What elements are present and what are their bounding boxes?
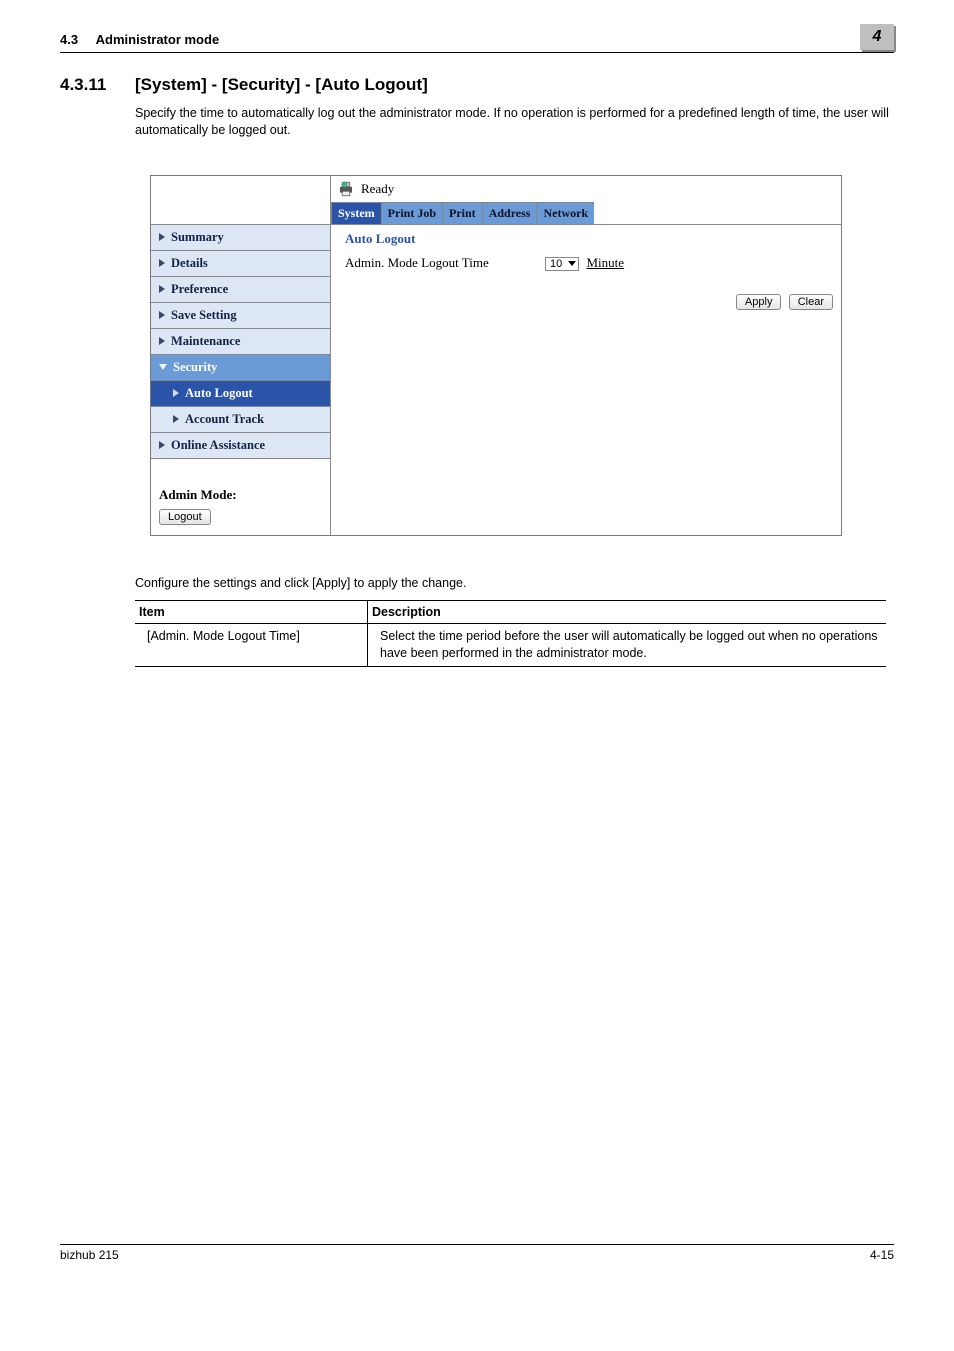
tab-bar: System Print Job Print Address Network bbox=[331, 202, 841, 224]
nav-summary[interactable]: Summary bbox=[151, 225, 330, 251]
table-row: [Admin. Mode Logout Time] Select the tim… bbox=[135, 623, 886, 666]
chevron-right-icon bbox=[159, 311, 165, 319]
content-title: Auto Logout bbox=[345, 231, 833, 247]
field-label: Admin. Mode Logout Time bbox=[345, 255, 545, 271]
select-value: 10 bbox=[550, 258, 562, 270]
nav-label: Preference bbox=[171, 282, 228, 297]
tab-print[interactable]: Print bbox=[442, 202, 482, 224]
nav-maintenance[interactable]: Maintenance bbox=[151, 329, 330, 355]
printer-icon bbox=[337, 180, 355, 198]
chevron-right-icon bbox=[159, 337, 165, 345]
th-description: Description bbox=[368, 600, 887, 623]
page-header: 4.3 Administrator mode bbox=[60, 28, 219, 47]
logout-time-select[interactable]: 10 bbox=[545, 257, 579, 271]
nav-label: Details bbox=[171, 256, 208, 271]
tab-address[interactable]: Address bbox=[482, 202, 537, 224]
header-rule bbox=[60, 52, 894, 53]
nav-label: Security bbox=[173, 360, 217, 375]
footer-page: 4-15 bbox=[870, 1248, 894, 1262]
nav-details[interactable]: Details bbox=[151, 251, 330, 277]
nav-online-assistance[interactable]: Online Assistance bbox=[151, 433, 330, 459]
logout-button[interactable]: Logout bbox=[159, 509, 211, 525]
th-item: Item bbox=[135, 600, 368, 623]
nav-label: Save Setting bbox=[171, 308, 237, 323]
nav-account-track[interactable]: Account Track bbox=[151, 407, 330, 433]
status-text: Ready bbox=[361, 181, 394, 197]
td-item: [Admin. Mode Logout Time] bbox=[135, 623, 368, 666]
chevron-right-icon bbox=[159, 233, 165, 241]
embedded-screenshot: Ready System Print Job Print Address Net… bbox=[150, 175, 842, 536]
configure-instruction: Configure the settings and click [Apply]… bbox=[135, 576, 894, 590]
nav-label: Maintenance bbox=[171, 334, 240, 349]
nav-security[interactable]: Security bbox=[151, 355, 330, 381]
nav-auto-logout[interactable]: Auto Logout bbox=[151, 381, 330, 407]
footer-product: bizhub 215 bbox=[60, 1248, 119, 1262]
tab-network[interactable]: Network bbox=[536, 202, 594, 224]
nav-preference[interactable]: Preference bbox=[151, 277, 330, 303]
tab-system[interactable]: System bbox=[331, 202, 381, 224]
section-intro: Specify the time to automatically log ou… bbox=[135, 105, 894, 139]
chevron-right-icon bbox=[173, 389, 179, 397]
page-footer: bizhub 215 4-15 bbox=[60, 1244, 894, 1262]
section-label: Administrator mode bbox=[96, 32, 220, 47]
dropdown-icon bbox=[568, 261, 576, 266]
nav-save-setting[interactable]: Save Setting bbox=[151, 303, 330, 329]
chevron-right-icon bbox=[159, 441, 165, 449]
nav-label: Summary bbox=[171, 230, 224, 245]
admin-mode-label: Admin Mode: bbox=[159, 487, 330, 503]
nav-label: Account Track bbox=[185, 412, 264, 427]
nav-label: Online Assistance bbox=[171, 438, 265, 453]
description-table: Item Description [Admin. Mode Logout Tim… bbox=[135, 600, 886, 667]
chevron-right-icon bbox=[173, 415, 179, 423]
nav-label: Auto Logout bbox=[185, 386, 253, 401]
section-title: [System] - [Security] - [Auto Logout] bbox=[135, 75, 428, 95]
screenshot-top-left bbox=[151, 176, 331, 225]
apply-button[interactable]: Apply bbox=[736, 294, 782, 310]
unit-label: Minute bbox=[587, 255, 625, 270]
tab-print-job[interactable]: Print Job bbox=[381, 202, 442, 224]
content-panel: Auto Logout Admin. Mode Logout Time 10 M… bbox=[331, 225, 841, 535]
chevron-right-icon bbox=[159, 285, 165, 293]
sidebar-nav: Summary Details Preference Save Setting … bbox=[151, 225, 331, 535]
chevron-right-icon bbox=[159, 259, 165, 267]
chevron-down-icon bbox=[159, 364, 167, 370]
td-description: Select the time period before the user w… bbox=[368, 623, 887, 666]
section-ref: 4.3 bbox=[60, 32, 78, 47]
clear-button[interactable]: Clear bbox=[789, 294, 833, 310]
chapter-badge: 4 bbox=[860, 24, 894, 50]
status-row: Ready bbox=[331, 176, 841, 202]
section-number: 4.3.11 bbox=[60, 75, 135, 95]
